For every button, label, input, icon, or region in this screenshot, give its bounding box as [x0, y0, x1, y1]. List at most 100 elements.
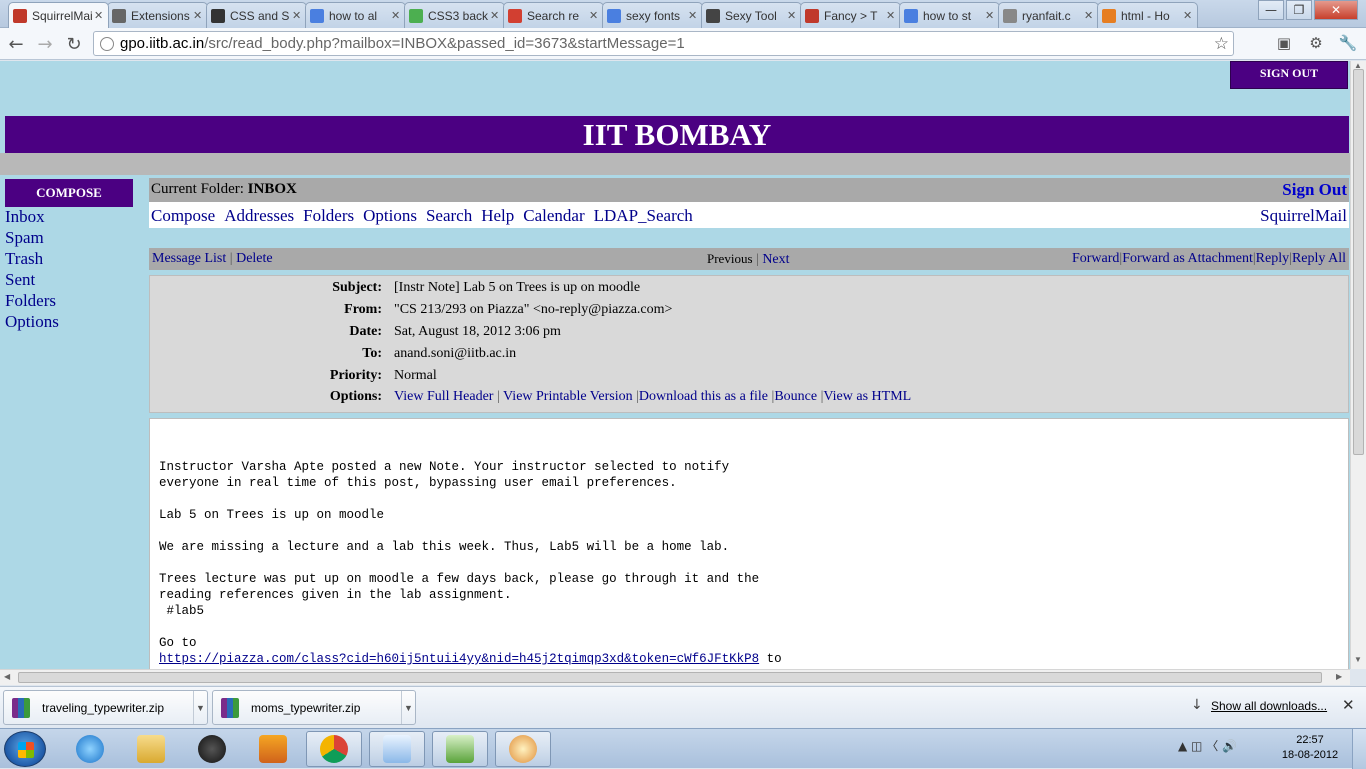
close-tab-icon[interactable]: ✕: [1183, 9, 1193, 22]
header-value: "CS 213/293 on Piazza" <no-reply@piazza.…: [394, 302, 673, 317]
header-label: Options:: [329, 389, 382, 404]
show-desktop-button[interactable]: [1352, 729, 1366, 769]
menu-options[interactable]: Options: [363, 206, 417, 225]
taskbar-explorer[interactable]: [123, 731, 179, 767]
reload-button[interactable]: ↻: [62, 32, 86, 56]
folder-link-trash[interactable]: Trash: [5, 249, 59, 270]
tab-5[interactable]: Search re ✕: [503, 2, 604, 28]
delete-link[interactable]: Delete: [236, 251, 273, 266]
option-link[interactable]: View Full Header: [394, 389, 493, 404]
tab-label: how to st: [923, 8, 972, 23]
squirrelmail-link[interactable]: SquirrelMail: [1260, 206, 1347, 226]
taskbar-paint[interactable]: [495, 731, 551, 767]
close-tab-icon[interactable]: ✕: [490, 9, 500, 22]
current-folder-bar: Current Folder: INBOX Sign Out: [149, 178, 1349, 202]
clock[interactable]: 22:57 18-08-2012: [1280, 733, 1340, 763]
previous-label: Previous: [707, 251, 753, 266]
extension-icon[interactable]: ▣: [1274, 33, 1294, 53]
close-tab-icon[interactable]: ✕: [886, 9, 896, 22]
close-tab-icon[interactable]: ✕: [1084, 9, 1094, 22]
tab-7[interactable]: Sexy Tool ✕: [701, 2, 802, 28]
folder-link-inbox[interactable]: Inbox: [5, 207, 59, 228]
folder-link-options[interactable]: Options: [5, 312, 59, 333]
start-button[interactable]: [4, 731, 46, 767]
sign-out-link[interactable]: Sign Out: [1282, 180, 1347, 200]
maximize-button[interactable]: ❐: [1286, 0, 1312, 20]
option-link[interactable]: View Printable Version: [503, 389, 633, 404]
close-downloads-icon[interactable]: ✕: [1342, 696, 1355, 714]
vertical-scroll-thumb[interactable]: [1353, 69, 1364, 455]
menu-addresses[interactable]: Addresses: [224, 206, 294, 225]
wrench-menu-icon[interactable]: 🔧: [1338, 33, 1358, 53]
bookmark-star-icon[interactable]: ☆: [1214, 34, 1229, 54]
taskbar-ie[interactable]: [62, 731, 118, 767]
download-item[interactable]: traveling_typewriter.zip ▼: [3, 690, 208, 725]
option-link[interactable]: Bounce: [774, 389, 817, 404]
reply-all-link[interactable]: Reply All: [1292, 251, 1346, 266]
horizontal-scrollbar[interactable]: ◀ ▶: [0, 669, 1350, 685]
tab-3[interactable]: how to al ✕: [305, 2, 406, 28]
close-tab-icon[interactable]: ✕: [193, 9, 203, 22]
close-tab-icon[interactable]: ✕: [985, 9, 995, 22]
folder-link-sent[interactable]: Sent: [5, 270, 59, 291]
close-tab-icon[interactable]: ✕: [391, 9, 401, 22]
system-tray[interactable]: ▲ ◫ 〈 🔊: [1178, 737, 1237, 754]
menu-calendar[interactable]: Calendar: [523, 206, 584, 225]
tab-8[interactable]: Fancy > T ✕: [800, 2, 901, 28]
vertical-scrollbar[interactable]: ▲ ▼: [1350, 61, 1366, 669]
taskbar-editor[interactable]: [432, 731, 488, 767]
forward-attachment-link[interactable]: Forward as Attachment: [1122, 251, 1253, 266]
option-link[interactable]: Download this as a file: [639, 389, 768, 404]
scroll-left-arrow-icon[interactable]: ◀: [4, 672, 10, 681]
message-list-link[interactable]: Message List: [152, 251, 226, 266]
minimize-button[interactable]: —: [1258, 0, 1284, 20]
download-item[interactable]: moms_typewriter.zip ▼: [212, 690, 416, 725]
tab-4[interactable]: CSS3 back ✕: [404, 2, 505, 28]
chevron-down-icon[interactable]: ▼: [401, 691, 415, 724]
folder-link-folders[interactable]: Folders: [5, 291, 59, 312]
taskbar-notepad[interactable]: [369, 731, 425, 767]
sign-out-top-button[interactable]: SIGN OUT: [1230, 61, 1348, 89]
forward-button[interactable]: →: [33, 32, 57, 56]
back-button[interactable]: ←: [4, 32, 28, 56]
tab-10[interactable]: ryanfait.c ✕: [998, 2, 1099, 28]
folder-nav: Inbox Spam Trash Sent Folders Options: [5, 207, 59, 333]
compose-button[interactable]: COMPOSE: [5, 179, 133, 207]
close-tab-icon[interactable]: ✕: [292, 9, 302, 22]
folder-link-spam[interactable]: Spam: [5, 228, 59, 249]
menu-search[interactable]: Search: [426, 206, 472, 225]
tab-11[interactable]: html - Ho ✕: [1097, 2, 1198, 28]
piazza-link[interactable]: https://piazza.com/class?cid=h60ij5ntuii…: [159, 652, 759, 666]
close-tab-icon[interactable]: ✕: [787, 9, 797, 22]
taskbar-app[interactable]: [245, 731, 301, 767]
close-window-button[interactable]: ✕: [1314, 0, 1358, 20]
scroll-right-arrow-icon[interactable]: ▶: [1336, 672, 1342, 681]
show-all-downloads-link[interactable]: Show all downloads...: [1211, 699, 1327, 713]
close-tab-icon[interactable]: ✕: [589, 9, 599, 22]
menu-help[interactable]: Help: [481, 206, 514, 225]
option-link[interactable]: View as HTML: [823, 389, 911, 404]
close-tab-icon[interactable]: ✕: [688, 9, 698, 22]
chevron-down-icon[interactable]: ▼: [193, 691, 207, 724]
tab-6[interactable]: sexy fonts ✕: [602, 2, 703, 28]
squirrelmail-icon: [13, 8, 27, 23]
next-link[interactable]: Next: [762, 252, 789, 267]
forward-link[interactable]: Forward: [1072, 251, 1119, 266]
taskbar-chrome[interactable]: [306, 731, 362, 767]
taskbar-hp[interactable]: [184, 731, 240, 767]
menu-folders[interactable]: Folders: [303, 206, 354, 225]
extension-settings-icon[interactable]: ⚙: [1306, 33, 1326, 53]
address-bar[interactable]: gpo.iitb.ac.in/src/read_body.php?mailbox…: [93, 31, 1234, 56]
message-body: Instructor Varsha Apte posted a new Note…: [149, 418, 1349, 669]
tab-2[interactable]: CSS and S ✕: [206, 2, 307, 28]
body-line: reading references given in the lab assi…: [159, 588, 512, 602]
horizontal-scroll-thumb[interactable]: [18, 672, 1322, 683]
close-tab-icon[interactable]: ✕: [94, 9, 104, 22]
reply-link[interactable]: Reply: [1256, 251, 1289, 266]
menu-ldap-search[interactable]: LDAP_Search: [594, 206, 693, 225]
menu-compose[interactable]: Compose: [151, 206, 215, 225]
tab-0[interactable]: SquirrelMail ✕: [8, 2, 109, 28]
tab-9[interactable]: how to st ✕: [899, 2, 1000, 28]
tab-1[interactable]: Extensions ✕: [107, 2, 208, 28]
scroll-down-arrow-icon[interactable]: ▼: [1354, 655, 1362, 664]
